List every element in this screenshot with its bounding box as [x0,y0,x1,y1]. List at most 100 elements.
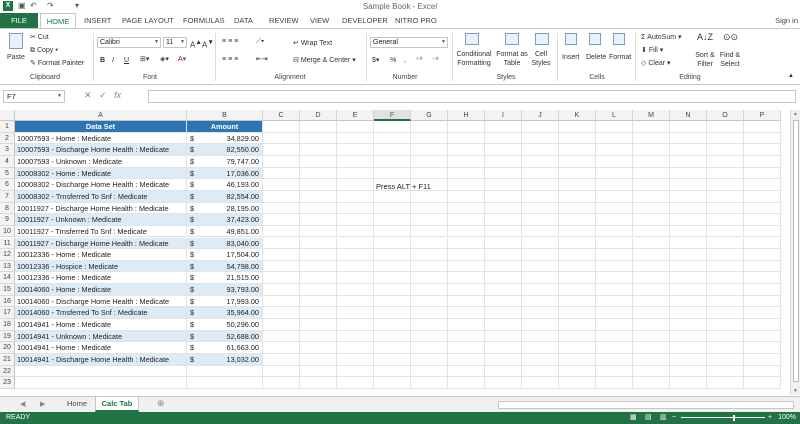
empty-cell[interactable] [411,330,448,343]
empty-cell[interactable] [337,272,374,285]
empty-cell[interactable] [300,202,337,215]
empty-cell[interactable] [596,354,633,366]
empty-cell[interactable] [300,260,337,273]
name-box[interactable]: F7 ▼ [3,90,65,103]
empty-cell[interactable] [559,260,596,273]
empty-cell[interactable] [411,295,448,308]
empty-cell[interactable] [448,307,485,320]
empty-cell[interactable] [596,202,633,215]
column-header-o[interactable]: O [707,110,744,121]
empty-cell[interactable] [485,307,522,320]
comma-format-icon[interactable]: , [404,56,406,65]
copy-button[interactable]: ⧉ Copy ▾ [30,46,58,55]
tab-review[interactable]: REVIEW [269,13,299,28]
next-sheet-icon[interactable]: ▶ [40,400,45,408]
empty-cell[interactable] [300,319,337,331]
column-header-c[interactable]: C [263,110,300,121]
empty-cell[interactable] [337,179,374,191]
tab-developer[interactable]: DEVELOPER [342,13,388,28]
empty-cell[interactable] [522,214,559,226]
empty-cell[interactable] [411,132,448,145]
formula-input[interactable] [148,90,796,103]
font-size-select[interactable]: 11 ▼ [163,37,187,48]
empty-cell[interactable] [263,295,300,308]
empty-cell[interactable] [263,319,300,331]
row-header[interactable]: 22 [0,365,15,378]
empty-cell[interactable] [337,237,374,250]
empty-cell[interactable] [596,249,633,261]
column-header-h[interactable]: H [448,110,485,121]
row-header[interactable]: 21 [0,354,15,366]
cell-a[interactable]: 10008302 - Trnsferred To Snf : Medicate [15,190,187,203]
empty-cell[interactable] [374,144,411,156]
empty-cell[interactable] [707,284,744,296]
empty-cell[interactable] [337,260,374,273]
cell-a[interactable]: 10011927 - Trnsferred To Snf : Medicate [15,225,187,238]
cell-b[interactable]: $28,195.00 [187,202,263,215]
vertical-scrollbar[interactable]: ▲ ▼ [790,110,800,395]
worksheet-grid[interactable]: 1 Data Set Amount 2 10007593 - Home : Medica… [0,121,790,395]
empty-cell[interactable] [707,132,744,145]
empty-cell[interactable] [633,249,670,261]
row-header[interactable]: 15 [0,284,15,296]
empty-cell[interactable] [411,260,448,273]
column-header-l[interactable]: L [596,110,633,121]
italic-button[interactable]: I [112,56,114,65]
empty-cell[interactable] [596,307,633,320]
empty-cell[interactable] [448,377,485,389]
empty-cell[interactable] [559,132,596,145]
cell-a[interactable]: 10014060 - Home : Medicate [15,284,187,296]
tab-home[interactable]: HOME [40,13,76,28]
empty-cell[interactable] [559,179,596,191]
tab-insert[interactable]: INSERT [84,13,111,28]
empty-cell[interactable] [263,132,300,145]
empty-cell[interactable] [300,237,337,250]
cell-a[interactable]: 10007593 - Unknown : Medicate [15,155,187,168]
empty-cell[interactable] [744,260,781,273]
empty-cell[interactable] [596,342,633,354]
empty-cell[interactable] [596,272,633,285]
scroll-thumb[interactable] [793,120,799,382]
empty-cell[interactable] [707,237,744,250]
column-header-d[interactable]: D [300,110,337,121]
empty-cell[interactable] [559,237,596,250]
empty-cell[interactable] [744,295,781,308]
empty-cell[interactable] [633,237,670,250]
empty-cell[interactable] [559,249,596,261]
empty-cell[interactable] [596,295,633,308]
cell-a[interactable]: 10012336 - Home : Medicate [15,272,187,285]
empty-cell[interactable] [522,237,559,250]
empty-cell[interactable] [411,249,448,261]
empty-cell[interactable] [411,202,448,215]
empty-cell[interactable] [744,225,781,238]
underline-button[interactable]: U [124,56,129,65]
empty-cell[interactable] [744,365,781,378]
empty-cell[interactable] [411,225,448,238]
cell-b[interactable]: $17,993.00 [187,295,263,308]
empty-cell[interactable] [263,307,300,320]
empty-cell[interactable] [337,121,374,133]
column-header-n[interactable]: N [670,110,707,121]
empty-cell[interactable] [374,307,411,320]
empty-cell[interactable] [374,214,411,226]
empty-cell[interactable] [633,202,670,215]
empty-cell[interactable] [485,295,522,308]
empty-cell[interactable] [411,167,448,180]
empty-cell[interactable] [448,202,485,215]
empty-cell[interactable] [633,144,670,156]
cell-a[interactable]: 10011927 - Discharge Home Health : Medic… [15,237,187,250]
empty-cell[interactable] [374,249,411,261]
empty-cell[interactable] [670,237,707,250]
cell-b[interactable]: $82,550.00 [187,144,263,156]
empty-cell[interactable] [374,121,411,133]
fill-color-icon[interactable]: ◈▾ [160,55,169,64]
percent-format-icon[interactable]: % [390,56,396,65]
empty-cell[interactable] [337,144,374,156]
empty-cell[interactable] [448,354,485,366]
empty-cell[interactable] [485,342,522,354]
empty-cell[interactable] [485,354,522,366]
cell-b[interactable]: $13,032.00 [187,354,263,366]
empty-cell[interactable] [263,354,300,366]
prev-sheet-icon[interactable]: ◀ [20,400,25,408]
empty-cell[interactable] [448,237,485,250]
